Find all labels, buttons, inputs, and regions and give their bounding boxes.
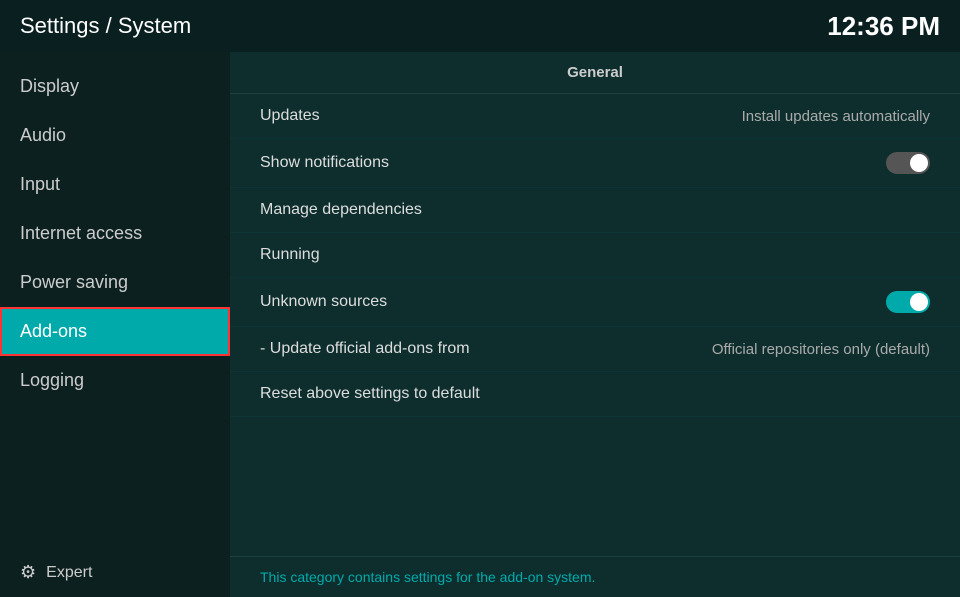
sidebar: DisplayAudioInputInternet accessPower sa… [0,52,230,597]
content-body: General Updates Install updates automatic… [230,52,960,556]
toggle-unknown-sources[interactable] [886,291,930,313]
setting-label-updates: Updates [260,107,320,125]
setting-label-running: Running [260,246,320,264]
setting-row-show-notifications[interactable]: Show notifications [230,139,960,188]
setting-row-update-official-addons[interactable]: - Update official add-ons from Official r… [230,327,960,372]
setting-row-unknown-sources[interactable]: Unknown sources [230,278,960,327]
setting-row-running[interactable]: Running [230,233,960,278]
setting-label-reset-settings: Reset above settings to default [260,385,480,403]
main-layout: DisplayAudioInputInternet accessPower sa… [0,52,960,597]
content-area: General Updates Install updates automatic… [230,52,960,597]
page-title: Settings / System [20,13,191,39]
sidebar-item-power-saving[interactable]: Power saving [0,258,230,307]
sidebar-item-display[interactable]: Display [0,62,230,111]
clock: 12:36 PM [827,11,940,42]
sidebar-item-input[interactable]: Input [0,160,230,209]
setting-value-update-official-addons: Official repositories only (default) [712,341,930,358]
sidebar-item-logging[interactable]: Logging [0,356,230,405]
toggle-show-notifications[interactable] [886,152,930,174]
sidebar-item-internet-access[interactable]: Internet access [0,209,230,258]
section-header: General [230,52,960,94]
content-footer: This category contains settings for the … [230,556,960,597]
sidebar-item-add-ons[interactable]: Add-ons [0,307,230,356]
header: Settings / System 12:36 PM [0,0,960,52]
setting-label-show-notifications: Show notifications [260,154,389,172]
setting-value-updates: Install updates automatically [742,108,930,125]
setting-row-reset-settings[interactable]: Reset above settings to default [230,372,960,417]
setting-label-manage-dependencies: Manage dependencies [260,201,422,219]
setting-row-updates[interactable]: Updates Install updates automatically [230,94,960,139]
setting-label-update-official-addons: - Update official add-ons from [260,340,470,358]
gear-icon: ⚙ [20,562,36,583]
expert-label: Expert [46,564,92,582]
footer-text: This category contains settings for the … [260,569,595,585]
sidebar-item-audio[interactable]: Audio [0,111,230,160]
setting-label-unknown-sources: Unknown sources [260,293,387,311]
sidebar-footer-expert[interactable]: ⚙ Expert [0,548,230,597]
setting-row-manage-dependencies[interactable]: Manage dependencies [230,188,960,233]
